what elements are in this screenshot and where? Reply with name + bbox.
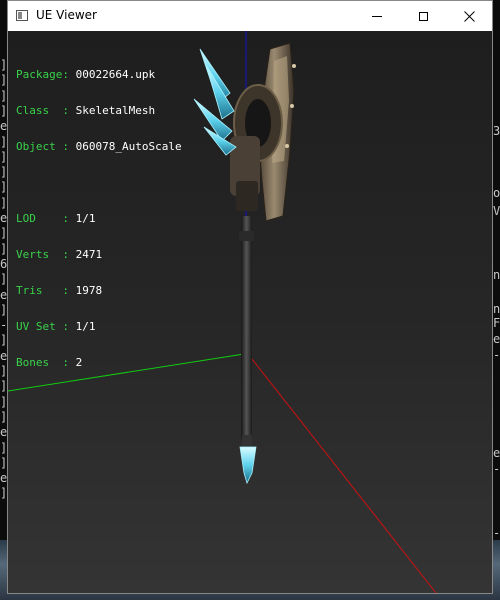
crystal-pommel	[239, 435, 257, 485]
info-bones: Bones : 2	[16, 356, 83, 369]
info-package: Package: 00022664.upk	[16, 68, 156, 81]
minimize-icon	[372, 15, 382, 17]
info-tris: Tris : 1978	[16, 284, 103, 297]
background-glyph: n	[493, 268, 500, 282]
shaft-band	[239, 231, 254, 241]
background-glyph: V	[493, 204, 500, 218]
axe-head	[230, 42, 296, 222]
background-glyph: o	[493, 186, 500, 200]
background-glyph: -	[493, 526, 500, 540]
window-title: UE Viewer	[36, 8, 97, 22]
info-spacer	[16, 177, 182, 189]
maximize-button[interactable]	[400, 1, 446, 31]
title-bar[interactable]: UE Viewer	[8, 1, 492, 31]
background-glyph: -	[493, 462, 500, 476]
background-glyph: n	[493, 302, 500, 316]
info-class: Class : SkeletalMesh	[16, 104, 156, 117]
background-glyph: 3	[493, 124, 500, 138]
info-verts: Verts : 2471	[16, 248, 103, 261]
minimize-button[interactable]	[354, 1, 400, 31]
axe-shaft	[241, 216, 252, 441]
x-axis-line	[247, 353, 437, 593]
background-terminal-right	[492, 0, 500, 600]
info-uvset: UV Set : 1/1	[16, 320, 96, 333]
info-lod: LOD : 1/1	[16, 212, 96, 225]
background-glyph: F	[493, 316, 500, 330]
background-glyph: e	[493, 446, 500, 460]
background-glyph: e	[493, 332, 500, 346]
close-icon	[463, 10, 475, 22]
3d-viewport[interactable]: Package: 00022664.upk Class : SkeletalMe…	[8, 31, 492, 593]
background-glyph: -	[493, 348, 500, 362]
ue-viewer-window[interactable]: UE Viewer Package: 00022664.upk Class: …	[7, 0, 493, 594]
mesh-info-overlay: Package: 00022664.upk Class : SkeletalMe…	[16, 45, 182, 393]
crystal-spikes	[193, 48, 237, 156]
maximize-icon	[418, 11, 428, 21]
app-window-icon[interactable]	[16, 10, 28, 21]
info-object: Object : 060078_AutoScale	[16, 140, 182, 153]
close-button[interactable]	[446, 1, 492, 31]
